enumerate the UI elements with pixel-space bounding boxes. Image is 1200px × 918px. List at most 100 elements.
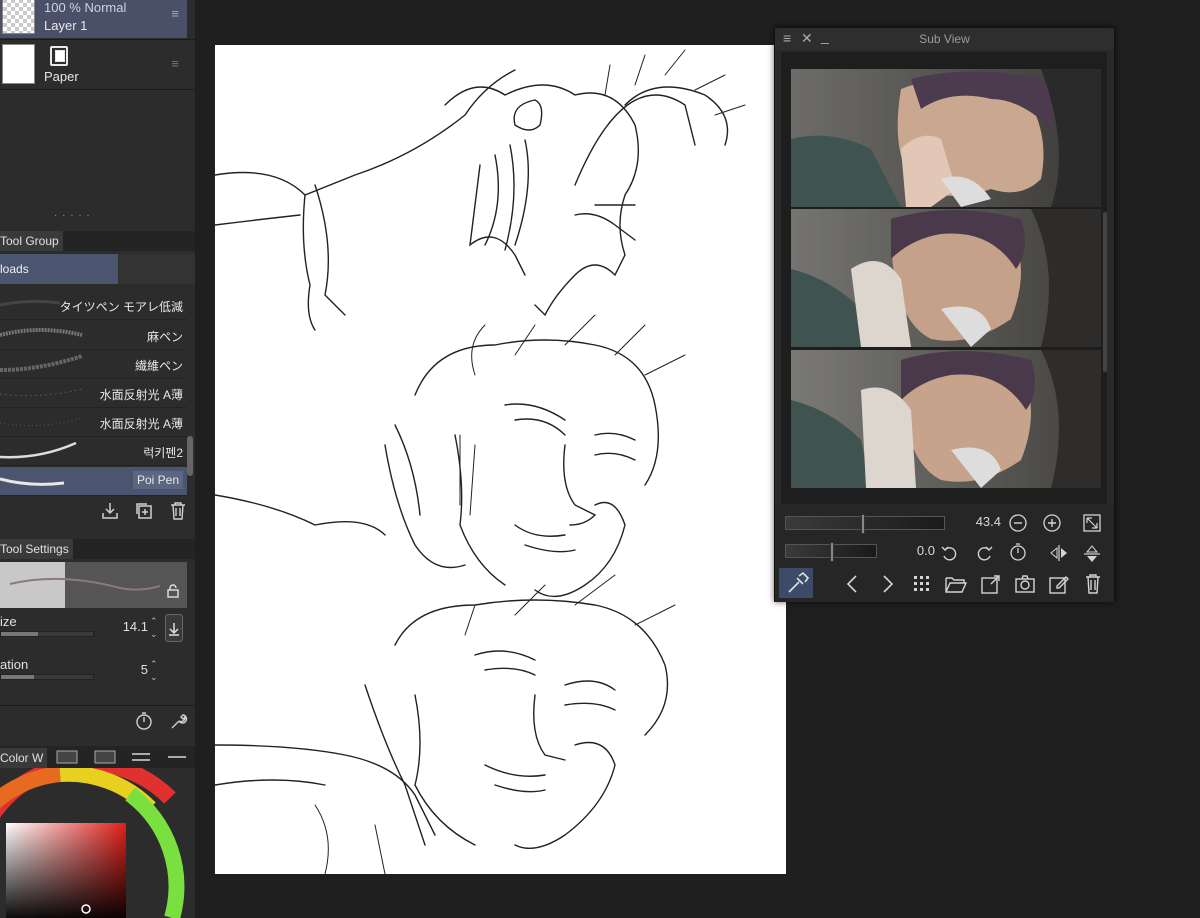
lock-icon[interactable]: [166, 584, 180, 598]
layer-thumbnail: [2, 0, 35, 34]
brush-item[interactable]: 繊維ペン: [0, 350, 187, 379]
zoom-value[interactable]: 43.4: [961, 514, 1001, 529]
folder-open-icon[interactable]: [945, 574, 968, 599]
brush-name: 水面反射光 A薄: [99, 388, 183, 402]
brush-item[interactable]: タイツペン モアレ低減: [0, 291, 187, 320]
color-set-icon[interactable]: [94, 750, 116, 764]
app-window: 100 % Normal Layer 1 ≡ Paper ≡ · · · · ·…: [0, 0, 1200, 918]
film-icon[interactable]: [56, 750, 78, 764]
hamburger-icon[interactable]: ≡: [171, 56, 179, 71]
import-image-icon[interactable]: [981, 574, 1001, 599]
reset-rotation-icon[interactable]: [1009, 543, 1027, 566]
layer-blend-info: 100 % Normal: [44, 0, 127, 15]
resize-grip[interactable]: · · · · ·: [54, 210, 91, 221]
layer-name: Paper: [44, 69, 79, 84]
divider: [0, 705, 195, 706]
brush-name: 麻ペン: [146, 330, 183, 344]
size-slider-fill: [1, 632, 38, 636]
flip-horizontal-icon[interactable]: [1049, 544, 1069, 567]
tab-group-downloads[interactable]: loads: [0, 254, 118, 284]
rotation-slider-knob[interactable]: [830, 542, 834, 562]
color-wheel[interactable]: [0, 768, 195, 918]
color-history-icon[interactable]: [166, 750, 188, 764]
drawing-canvas[interactable]: [215, 45, 786, 874]
divider: [0, 89, 195, 90]
brush-list-scrollbar[interactable]: [187, 436, 193, 476]
brush-name: Poi Pen: [132, 471, 183, 489]
fit-icon[interactable]: [1083, 514, 1101, 537]
trash-icon[interactable]: [170, 502, 186, 520]
zoom-in-icon[interactable]: [1043, 514, 1061, 537]
stabilization-slider-fill: [1, 675, 35, 679]
layer-row-paper[interactable]: Paper ≡: [0, 40, 187, 88]
reference-photo-1: [791, 69, 1101, 207]
layer-name: Layer 1: [44, 18, 88, 33]
edit-icon[interactable]: [1049, 574, 1069, 599]
rotation-slider[interactable]: [785, 542, 877, 562]
subview-controls: 43.4 0.0: [775, 504, 1114, 602]
size-slider[interactable]: [0, 631, 94, 637]
spin-up-icon[interactable]: ⌃: [150, 617, 158, 626]
brush-name: 繊維ペン: [134, 359, 183, 373]
size-value[interactable]: 14.1: [110, 619, 148, 634]
brush-stroke-preview: [0, 299, 60, 307]
import-icon[interactable]: [101, 502, 119, 520]
layer-thumbnail: [2, 44, 35, 84]
subview-window: ≡ ✕ _ Sub View 43.4 0.0: [774, 27, 1115, 602]
brush-preview: [0, 562, 187, 608]
trash-icon[interactable]: [1085, 574, 1101, 599]
subview-vertical-scrollbar[interactable]: [1103, 212, 1107, 372]
zoom-out-icon[interactable]: [1009, 514, 1027, 537]
timer-icon[interactable]: [135, 712, 153, 730]
zoom-slider-knob[interactable]: [861, 514, 865, 534]
wrench-icon[interactable]: [170, 712, 188, 730]
reference-photo-3: [791, 350, 1101, 488]
rotate-left-icon[interactable]: [941, 544, 959, 567]
brush-item[interactable]: 水面反射光 A薄: [0, 379, 187, 408]
brush-item-selected[interactable]: Poi Pen: [0, 467, 187, 496]
grid-icon[interactable]: [913, 575, 931, 598]
brush-stroke-preview: [0, 354, 83, 372]
sketch-drawing: [215, 49, 746, 874]
brush-stroke-preview: [0, 328, 83, 337]
spin-down-icon[interactable]: ⌄: [150, 673, 158, 682]
layer-row-layer1[interactable]: 100 % Normal Layer 1 ≡: [0, 0, 187, 38]
brush-name: 럭키펜2: [143, 446, 183, 460]
download-icon[interactable]: [165, 614, 183, 642]
chevron-left-icon[interactable]: [845, 574, 859, 599]
brush-stroke-preview: [0, 477, 65, 486]
left-panel: 100 % Normal Layer 1 ≡ Paper ≡ · · · · ·…: [0, 0, 195, 918]
duplicate-icon[interactable]: [135, 502, 153, 520]
paper-icon: [50, 46, 68, 66]
subview-image-area[interactable]: [781, 52, 1107, 525]
spin-up-icon[interactable]: ⌃: [150, 660, 158, 669]
spin-down-icon[interactable]: ⌄: [150, 630, 158, 639]
stabilization-label: ation: [0, 657, 29, 672]
brush-item[interactable]: 麻ペン: [0, 321, 187, 350]
brush-stroke-preview: [0, 441, 77, 459]
zoom-slider[interactable]: [785, 514, 945, 534]
subview-title: Sub View: [919, 32, 970, 46]
brush-item[interactable]: 럭키펜2: [0, 437, 187, 466]
eyedropper-icon[interactable]: [779, 568, 813, 598]
tab-tool-settings[interactable]: Tool Settings: [0, 539, 73, 559]
rotation-value[interactable]: 0.0: [901, 543, 935, 558]
chevron-right-icon[interactable]: [881, 574, 895, 599]
stabilization-value[interactable]: 5: [120, 662, 148, 677]
brush-stroke-preview: [0, 417, 83, 427]
brush-stroke-preview: [0, 388, 83, 397]
subview-titlebar[interactable]: ≡ ✕ _ Sub View: [775, 28, 1114, 50]
brush-preview-stroke: [9, 577, 161, 591]
flip-vertical-icon[interactable]: [1083, 544, 1101, 569]
camera-icon[interactable]: [1015, 575, 1035, 598]
hamburger-icon[interactable]: ≡: [171, 6, 179, 21]
tab-tool-group[interactable]: Tool Group: [0, 231, 63, 251]
brush-name: タイツペン モアレ低減: [59, 300, 183, 314]
brush-item[interactable]: 水面反射光 A薄: [0, 408, 187, 437]
size-label: ize: [0, 614, 17, 629]
rotate-right-icon[interactable]: [975, 544, 993, 567]
stabilization-slider[interactable]: [0, 674, 94, 680]
color-slider-icon[interactable]: [130, 750, 152, 764]
brush-name: 水面反射光 A薄: [99, 417, 183, 431]
tab-color-wheel[interactable]: Color W: [0, 748, 48, 768]
